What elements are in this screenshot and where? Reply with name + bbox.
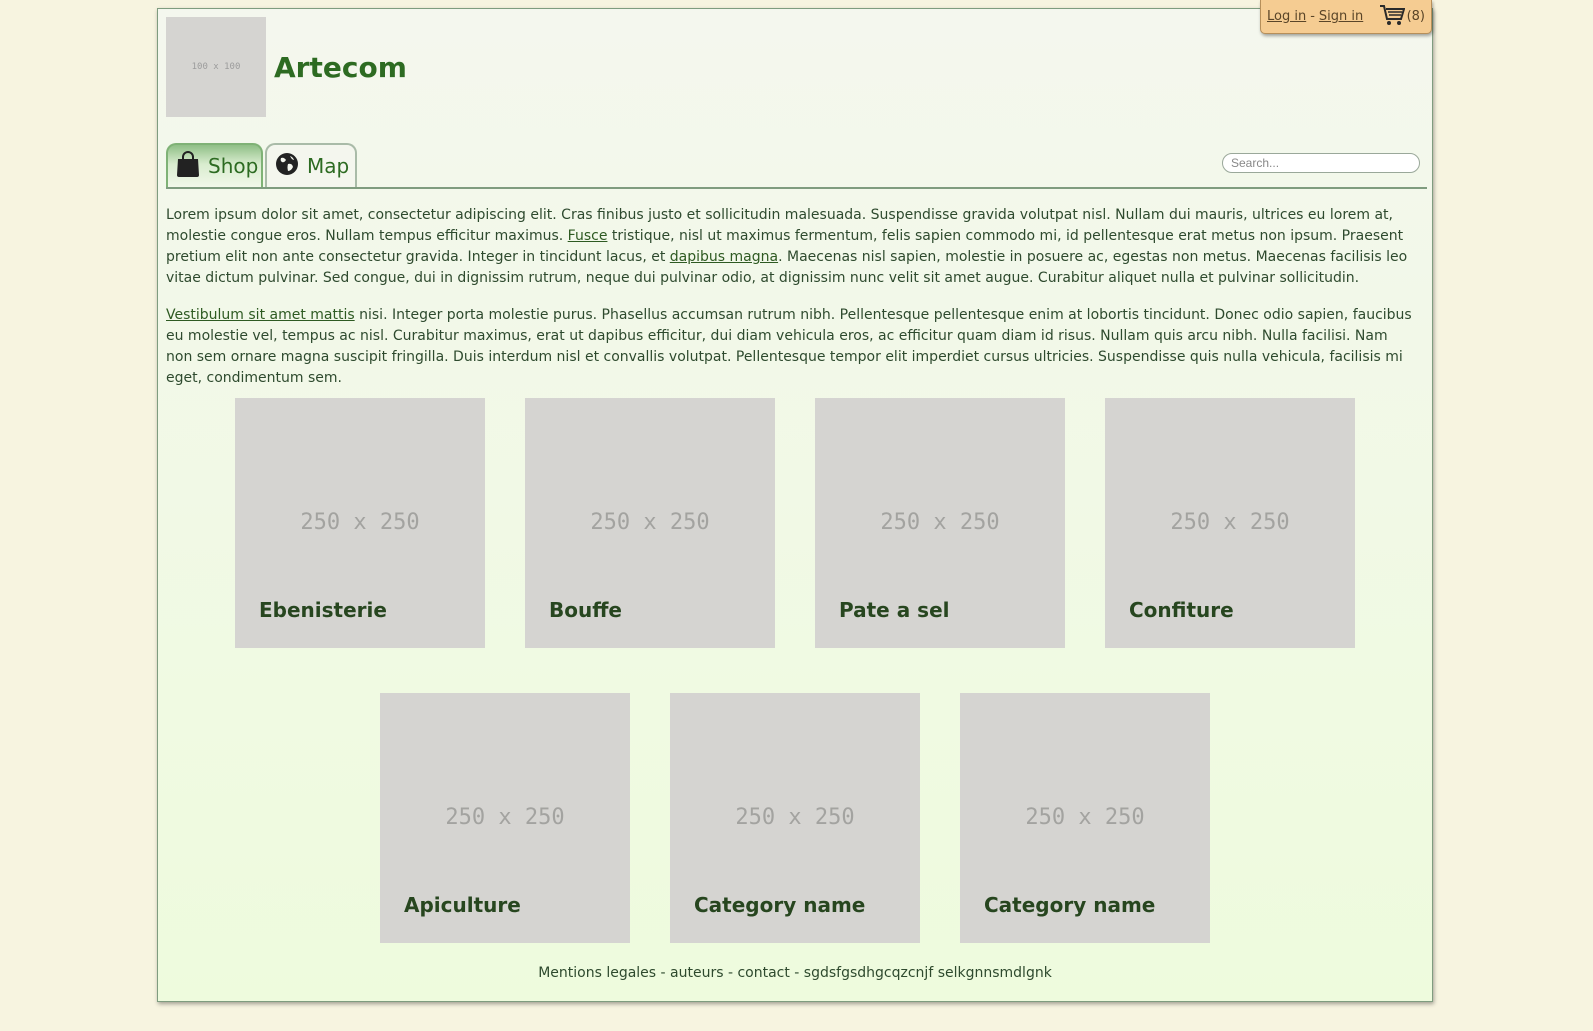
tab-map[interactable]: Map bbox=[265, 143, 357, 187]
tab-shop[interactable]: Shop bbox=[166, 143, 263, 187]
category-image-placeholder: 250 x 250 bbox=[1170, 510, 1290, 535]
category-name: Apiculture bbox=[404, 893, 521, 917]
link-dapibus-magna[interactable]: dapibus magna bbox=[670, 249, 778, 265]
category-card[interactable]: 250 x 250 Category name bbox=[960, 693, 1210, 943]
category-card[interactable]: 250 x 250 Ebenisterie bbox=[235, 398, 485, 648]
globe-icon bbox=[275, 152, 307, 181]
main-nav-tabs: Shop Map bbox=[166, 141, 1427, 189]
category-name: Ebenisterie bbox=[259, 598, 387, 622]
link-fusce[interactable]: Fusce bbox=[568, 228, 608, 244]
category-card[interactable]: 250 x 250 Apiculture bbox=[380, 693, 630, 943]
link-vestibulum[interactable]: Vestibulum sit amet mattis bbox=[166, 307, 355, 323]
intro-paragraph-1: Lorem ipsum dolor sit amet, consectetur … bbox=[166, 205, 1416, 289]
tab-map-label: Map bbox=[307, 154, 350, 178]
category-image-placeholder: 250 x 250 bbox=[735, 805, 855, 830]
intro-text: Lorem ipsum dolor sit amet, consectetur … bbox=[166, 205, 1416, 405]
category-name: Confiture bbox=[1129, 598, 1234, 622]
footer-links[interactable]: Mentions legales - auteurs - contact - s… bbox=[158, 965, 1432, 981]
user-bar: Log in - Sign in (8) bbox=[1260, 0, 1432, 34]
category-image-placeholder: 250 x 250 bbox=[445, 805, 565, 830]
category-image-placeholder: 250 x 250 bbox=[590, 510, 710, 535]
search-input[interactable] bbox=[1222, 153, 1420, 173]
page-container: 100 x 100 Artecom Shop Map Lorem ip bbox=[157, 8, 1433, 1002]
cart-button[interactable]: (8) bbox=[1379, 4, 1425, 30]
category-name: Bouffe bbox=[549, 598, 622, 622]
category-name: Category name bbox=[694, 893, 866, 917]
category-name: Pate a sel bbox=[839, 598, 950, 622]
shopping-bag-icon bbox=[176, 150, 208, 182]
intro-paragraph-2: Vestibulum sit amet mattis nisi. Integer… bbox=[166, 305, 1416, 389]
logo-placeholder-text: 100 x 100 bbox=[191, 62, 241, 72]
cart-count: (8) bbox=[1406, 9, 1425, 24]
category-card[interactable]: 250 x 250 Category name bbox=[670, 693, 920, 943]
user-bar-separator: - bbox=[1310, 9, 1315, 24]
signin-link[interactable]: Sign in bbox=[1319, 9, 1363, 24]
category-image-placeholder: 250 x 250 bbox=[880, 510, 1000, 535]
category-card[interactable]: 250 x 250 Confiture bbox=[1105, 398, 1355, 648]
category-name: Category name bbox=[984, 893, 1156, 917]
category-image-placeholder: 250 x 250 bbox=[1025, 805, 1145, 830]
category-card[interactable]: 250 x 250 Pate a sel bbox=[815, 398, 1065, 648]
site-title: Artecom bbox=[274, 51, 407, 84]
shopping-cart-icon bbox=[1379, 4, 1407, 30]
tab-shop-label: Shop bbox=[208, 154, 259, 178]
login-link[interactable]: Log in bbox=[1267, 9, 1306, 24]
site-logo[interactable]: 100 x 100 bbox=[166, 17, 266, 117]
category-image-placeholder: 250 x 250 bbox=[300, 510, 420, 535]
category-card[interactable]: 250 x 250 Bouffe bbox=[525, 398, 775, 648]
